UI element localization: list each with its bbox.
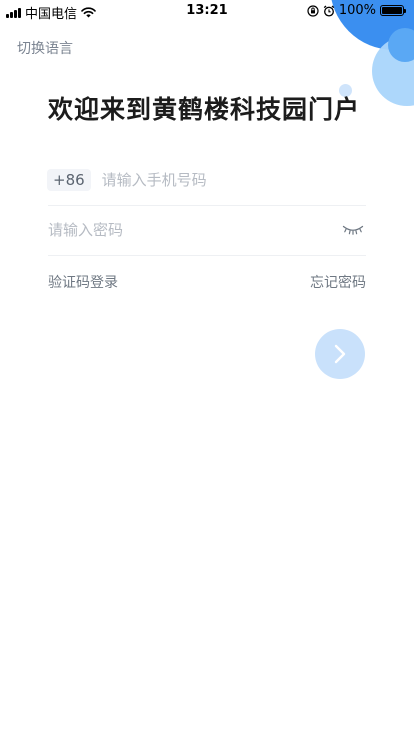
status-right: 100% bbox=[307, 3, 406, 18]
language-switch-link[interactable]: 切换语言 bbox=[17, 38, 73, 58]
battery-level bbox=[382, 7, 402, 14]
login-options-row: 验证码登录 忘记密码 bbox=[48, 272, 366, 292]
welcome-title: 欢迎来到黄鹤楼科技园门户 bbox=[48, 95, 361, 124]
rotation-lock-icon bbox=[307, 4, 319, 17]
battery-percent: 100% bbox=[338, 3, 376, 18]
next-button[interactable] bbox=[315, 329, 365, 379]
phone-field-row: +86 bbox=[47, 155, 366, 206]
chevron-right-icon bbox=[334, 344, 346, 364]
phone-input[interactable] bbox=[101, 171, 366, 189]
decorative-circle bbox=[388, 28, 414, 62]
alarm-icon bbox=[323, 5, 335, 17]
login-screen: 中国电信 13:21 100% 切换语言 欢迎来到黄鹤楼科技园门户 +86 请输… bbox=[0, 0, 414, 736]
password-input[interactable] bbox=[48, 221, 342, 239]
eye-closed-icon[interactable] bbox=[342, 224, 364, 236]
sms-code-login-link[interactable]: 验证码登录 bbox=[48, 272, 118, 292]
status-bar: 中国电信 13:21 100% bbox=[0, 0, 414, 22]
password-field-row bbox=[48, 205, 366, 256]
battery-icon bbox=[380, 5, 406, 16]
country-code-selector[interactable]: +86 bbox=[47, 169, 91, 191]
forgot-password-link[interactable]: 忘记密码 bbox=[310, 272, 366, 292]
